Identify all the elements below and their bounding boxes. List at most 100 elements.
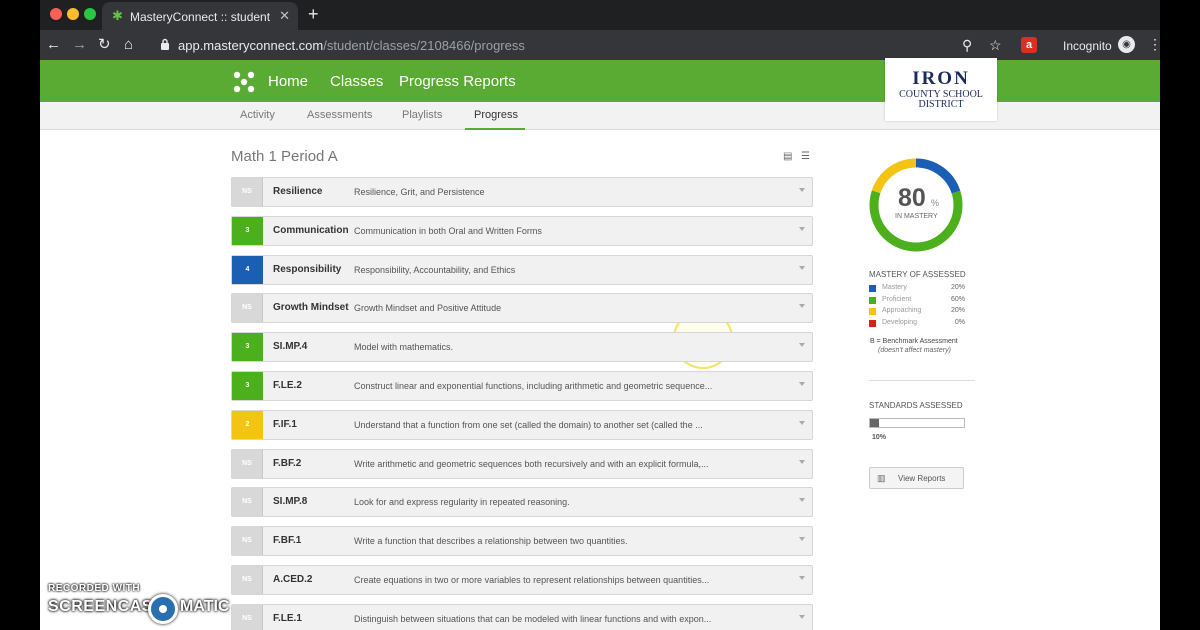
expand-caret-icon[interactable] — [799, 537, 805, 542]
mastery-badge: 3 — [232, 372, 263, 400]
expand-caret-icon[interactable] — [799, 265, 805, 270]
standard-row[interactable]: 3 Communication Communication in both Oral… — [231, 215, 813, 246]
legend-label: Mastery — [882, 284, 907, 291]
standard-code: SI.MP.4 — [273, 341, 308, 353]
district-logo-line3: DISTRICT — [918, 99, 964, 110]
expand-caret-icon[interactable] — [799, 188, 805, 192]
standard-code: F.LE.1 — [273, 612, 302, 624]
standard-code: Growth Mindset — [273, 302, 349, 314]
standard-row[interactable]: NS F.BF.1 Write a function that describes … — [231, 526, 813, 557]
standard-code: F.BF.2 — [273, 457, 302, 469]
standard-row[interactable]: NS F.LE.1 Distinguish between situations t… — [231, 603, 813, 630]
bookmark-star-icon[interactable]: ☆ — [989, 37, 1002, 54]
legend-label: Approaching — [882, 307, 922, 314]
mastery-badge: NS — [232, 604, 263, 630]
nav-progress-reports[interactable]: Progress Reports — [399, 73, 516, 90]
standard-code: Responsibility — [273, 263, 342, 275]
standard-row[interactable]: 2 F.IF.1 Understand that a function from o… — [231, 409, 813, 440]
legend-value: 20% — [950, 284, 965, 291]
standard-description: Communication in both Oral and Written F… — [354, 225, 542, 236]
minimize-window-button[interactable] — [67, 8, 79, 20]
standard-description: Responsibility, Accountability, and Ethi… — [354, 264, 516, 275]
legend-value: 0% — [954, 318, 965, 326]
standard-code: F.LE.2 — [273, 380, 302, 391]
browser-tab[interactable]: ✱ MasteryConnect :: student_por ✕ — [102, 2, 298, 30]
view-reports-label: View Reports — [898, 474, 946, 483]
standard-code: A.CED.2 — [273, 574, 313, 585]
standard-description: Write a function that describes a relati… — [354, 536, 628, 547]
expand-caret-icon[interactable] — [799, 576, 805, 580]
close-tab-icon[interactable]: ✕ — [279, 8, 290, 24]
in-mastery-label: IN MASTERY — [895, 213, 938, 220]
browser-window: ✱ MasteryConnect :: student_por ✕ + ← → … — [40, 0, 1160, 630]
district-logo: IRON COUNTY SCHOOL DISTRICT — [885, 58, 997, 121]
legend-label: Developing — [882, 318, 918, 326]
list-view-icon[interactable]: ☰ — [801, 152, 811, 162]
legend-item: Proficient 60% — [869, 296, 965, 306]
tab-bar: ✱ MasteryConnect :: student_por ✕ + — [40, 0, 1160, 30]
tab-activity[interactable]: Activity — [240, 109, 275, 121]
bar-chart-icon: ▥ — [877, 473, 886, 483]
expand-caret-icon[interactable] — [799, 420, 805, 425]
standard-row[interactable]: NS F.BF.2 Write arithmetic and geometric s… — [231, 448, 813, 479]
expand-caret-icon[interactable] — [799, 343, 805, 348]
expand-caret-icon[interactable] — [799, 459, 805, 464]
standards-assessed-heading: STANDARDS ASSESSED — [869, 401, 963, 410]
home-icon[interactable]: ⌂ — [124, 36, 133, 54]
standard-row[interactable]: 3 F.LE.2 Construct linear and exponential … — [231, 371, 813, 401]
expand-caret-icon[interactable] — [799, 226, 805, 231]
mastery-badge: 3 — [232, 333, 263, 362]
mastery-badge: 2 — [232, 410, 263, 439]
mastery-badge: NS — [232, 178, 263, 206]
close-window-button[interactable] — [50, 8, 62, 20]
lock-icon — [161, 38, 169, 50]
standard-row[interactable]: NS SI.MP.8 Look for and express regularity… — [231, 487, 813, 518]
zoom-icon[interactable]: ⚲ — [962, 37, 972, 54]
tab-playlists[interactable]: Playlists — [402, 109, 442, 121]
standard-row[interactable]: NS A.CED.2 Create equations in two or more… — [231, 565, 813, 595]
standard-row[interactable]: 4 Responsibility Responsibility, Accountab… — [231, 254, 813, 285]
nav-home[interactable]: Home — [268, 73, 308, 90]
expand-caret-icon[interactable] — [799, 304, 805, 309]
standard-row[interactable]: 3 SI.MP.4 Model with mathematics. — [231, 332, 813, 363]
maximize-window-button[interactable] — [84, 8, 96, 20]
forward-arrow-icon[interactable]: → — [72, 36, 87, 54]
tab-progress[interactable]: Progress — [474, 109, 518, 121]
watermark-line3: MATIC — [180, 598, 230, 615]
expand-caret-icon[interactable] — [799, 382, 805, 386]
standard-code: F.IF.1 — [273, 418, 297, 430]
standard-description: Distinguish between situations that can … — [354, 613, 712, 624]
extension-icon[interactable]: a — [1021, 37, 1037, 53]
watermark-line1: RECORDED WITH — [48, 583, 141, 594]
standard-description: Write arithmetic and geometric sequences… — [354, 458, 709, 469]
more-menu-icon[interactable]: ⋮ — [1148, 36, 1160, 53]
benchmark-subnote: (doesn't affect mastery) — [878, 347, 951, 354]
legend-item: Mastery 20% — [869, 284, 965, 294]
legend-swatch — [869, 319, 876, 327]
mastery-badge: 4 — [232, 255, 263, 284]
incognito-icon[interactable]: ◉ — [1118, 36, 1135, 53]
nav-classes[interactable]: Classes — [330, 73, 383, 90]
tab-assessments[interactable]: Assessments — [307, 109, 372, 121]
standard-row[interactable]: NS Growth Mindset Growth Mindset and Posit… — [231, 293, 813, 324]
url-input[interactable]: app.masteryconnect.com/student/classes/2… — [178, 38, 525, 53]
standard-code: SI.MP.8 — [273, 496, 308, 508]
expand-caret-icon[interactable] — [799, 498, 805, 503]
view-reports-button[interactable]: ▥ View Reports — [869, 467, 964, 489]
print-icon[interactable]: ▤ — [783, 152, 793, 162]
address-toolbar: ← → ↻ ⌂ app.masteryconnect.com/student/c… — [40, 30, 1160, 60]
page-title: Math 1 Period A — [231, 148, 338, 165]
mastery-percent: 80 — [898, 184, 926, 212]
reload-icon[interactable]: ↻ — [98, 36, 111, 54]
mastery-badge: NS — [232, 566, 263, 594]
new-tab-icon[interactable]: + — [308, 4, 319, 25]
legend-value: 60% — [950, 295, 965, 303]
benchmark-note: B = Benchmark Assessment — [870, 338, 958, 345]
standards-assessed-fill — [870, 419, 880, 427]
expand-caret-icon[interactable] — [799, 614, 805, 619]
standard-row[interactable]: NS Resilience Resilience, Grit, and Persis… — [231, 177, 813, 207]
standard-code: Resilience — [273, 186, 323, 197]
back-arrow-icon[interactable]: ← — [46, 36, 61, 54]
mastery-badge: NS — [232, 449, 263, 478]
masteryconnect-logo-icon[interactable] — [232, 70, 256, 94]
